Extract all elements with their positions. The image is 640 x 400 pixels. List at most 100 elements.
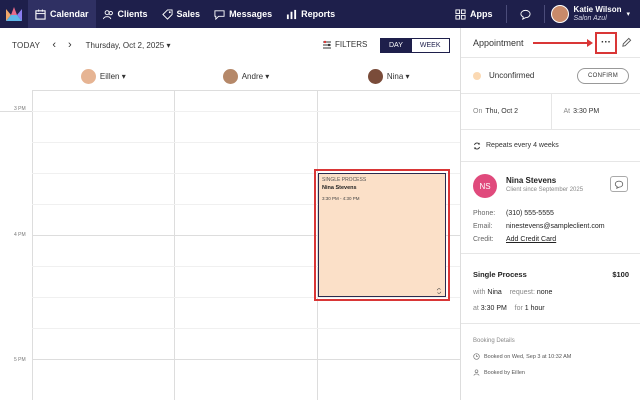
nav-messages[interactable]: Messages bbox=[207, 0, 279, 28]
staff-avatar bbox=[222, 68, 238, 84]
staff-name: Eillen ▾ bbox=[99, 71, 126, 81]
service-with-line: with Nina request: none bbox=[473, 289, 552, 296]
grid-icon bbox=[455, 8, 466, 20]
add-credit-card-link[interactable]: Add Credit Card bbox=[506, 236, 556, 243]
email-value[interactable]: ninestevens@sampleclient.com bbox=[506, 223, 605, 230]
nav-messages-label: Messages bbox=[229, 9, 273, 19]
repeat-text: Repeats every 4 weeks bbox=[486, 142, 559, 149]
service-block[interactable]: Single Process $100 with Nina request: n… bbox=[461, 254, 640, 324]
request-label: request: bbox=[509, 289, 535, 296]
status-row: Unconfirmed CONFIRM bbox=[461, 58, 640, 94]
nav-divider bbox=[505, 5, 507, 23]
staff-name: Andre ▾ bbox=[241, 71, 270, 81]
booked-on-line: Booked on Wed, Sep 3 at 10:32 AM bbox=[473, 353, 571, 360]
confirm-button[interactable]: CONFIRM bbox=[577, 68, 630, 84]
next-day-icon[interactable]: › bbox=[68, 39, 72, 51]
appointment-block[interactable]: SINGLE PROCESS Nina Stevens 3:30 PM - 4:… bbox=[318, 173, 446, 297]
pencil-icon[interactable] bbox=[621, 37, 632, 48]
phone-value[interactable]: (310) 555-5555 bbox=[506, 210, 554, 217]
user-menu[interactable]: Katie Wilson Salon Azul ▾ bbox=[550, 5, 640, 23]
email-row: Email: ninestevens@sampleclient.com bbox=[473, 223, 605, 230]
phone-label: Phone: bbox=[473, 210, 496, 217]
appointment-type: SINGLE PROCESS bbox=[322, 177, 367, 183]
date-field[interactable]: On Thu, Oct 2 bbox=[461, 94, 552, 129]
top-nav: Calendar Clients Sales Messages Reports … bbox=[0, 0, 640, 28]
repeat-row[interactable]: Repeats every 4 weeks bbox=[461, 130, 640, 162]
service-price: $100 bbox=[612, 270, 629, 279]
booking-details: Booking Details Booked on Wed, Sep 3 at … bbox=[461, 324, 640, 400]
hour-label: 5 PM bbox=[14, 357, 26, 363]
with-label: with bbox=[473, 289, 486, 296]
filters-button[interactable]: FILTERS bbox=[322, 40, 367, 49]
nav-chat-button[interactable] bbox=[513, 0, 538, 28]
appointment-client: Nina Stevens bbox=[322, 185, 357, 191]
grid-line bbox=[32, 111, 460, 112]
date-selector[interactable]: Thursday, Oct 2, 2025 ▾ bbox=[86, 41, 171, 50]
filters-label: FILTERS bbox=[335, 40, 368, 49]
staff-avatar bbox=[80, 68, 96, 84]
service-time-line: at 3:30 PM for 1 hour bbox=[473, 305, 545, 312]
user-avatar bbox=[550, 5, 569, 23]
speech-bubble-icon bbox=[520, 9, 531, 20]
client-block: NS Nina Stevens Client since September 2… bbox=[461, 162, 640, 254]
user-name: Katie Wilson bbox=[573, 5, 622, 15]
nav-sales[interactable]: Sales bbox=[155, 0, 208, 28]
nav-apps[interactable]: Apps bbox=[448, 0, 500, 28]
annotation-arrow bbox=[533, 39, 593, 47]
booking-title: Booking Details bbox=[473, 338, 515, 344]
with-value: Nina bbox=[487, 289, 502, 296]
view-toggle: DAY WEEK bbox=[380, 38, 450, 53]
service-name: Single Process bbox=[473, 270, 527, 279]
repeat-icon bbox=[436, 288, 442, 294]
email-label: Email: bbox=[473, 223, 493, 230]
staff-header-andre[interactable]: Andre ▾ bbox=[175, 62, 318, 90]
chat-icon bbox=[614, 180, 624, 189]
booked-by-text: Booked by Eillen bbox=[484, 369, 525, 376]
for-label: for bbox=[514, 305, 523, 312]
status-dot bbox=[473, 71, 481, 80]
nav-clients-label: Clients bbox=[117, 9, 148, 19]
prev-day-icon[interactable]: ‹ bbox=[52, 39, 56, 51]
client-avatar[interactable]: NS bbox=[473, 174, 497, 198]
more-options-button[interactable]: ··· bbox=[595, 32, 617, 54]
appointment-time: 3:30 PM - 4:30 PM bbox=[322, 196, 360, 201]
clock-icon bbox=[473, 353, 480, 360]
nav-clients[interactable]: Clients bbox=[96, 0, 155, 28]
credit-label: Credit: bbox=[473, 236, 494, 243]
nav-reports-label: Reports bbox=[301, 9, 336, 19]
nav-calendar-label: Calendar bbox=[50, 9, 89, 19]
staff-header-nina[interactable]: Nina ▾ bbox=[317, 62, 460, 90]
staff-avatar bbox=[367, 68, 383, 84]
time-field[interactable]: At 3:30 PM bbox=[552, 94, 640, 129]
service-at-value: 3:30 PM bbox=[480, 305, 507, 312]
app-logo[interactable] bbox=[0, 0, 28, 28]
users-icon bbox=[102, 9, 113, 19]
credit-row: Credit: Add Credit Card bbox=[473, 236, 556, 243]
today-button[interactable]: TODAY bbox=[12, 41, 40, 50]
hour-label: 4 PM bbox=[14, 232, 26, 238]
nav-divider bbox=[543, 5, 545, 23]
tag-icon bbox=[161, 8, 173, 20]
bar-chart-icon bbox=[287, 9, 297, 19]
calendar-icon bbox=[35, 8, 46, 20]
booked-on-text: Booked on Wed, Sep 3 at 10:32 AM bbox=[484, 353, 572, 360]
message-client-button[interactable] bbox=[610, 176, 628, 192]
on-value: Thu, Oct 2 bbox=[485, 108, 519, 115]
staff-header-eillen[interactable]: Eillen ▾ bbox=[32, 62, 175, 90]
request-value: none bbox=[536, 289, 553, 296]
user-salon: Salon Azul bbox=[573, 14, 607, 22]
chat-icon bbox=[214, 9, 225, 20]
staff-header-row: Eillen ▾ Andre ▾ Nina ▾ bbox=[32, 62, 460, 90]
status-text: Unconfirmed bbox=[489, 71, 535, 80]
nav-calendar[interactable]: Calendar bbox=[28, 0, 96, 28]
panel-title: Appointment bbox=[473, 37, 524, 48]
view-week-button[interactable]: WEEK bbox=[411, 38, 450, 53]
column-divider bbox=[174, 90, 175, 400]
client-since: Client since September 2025 bbox=[506, 187, 584, 193]
client-name[interactable]: Nina Stevens bbox=[506, 176, 556, 185]
at-label: At bbox=[563, 108, 571, 115]
view-day-button[interactable]: DAY bbox=[380, 38, 412, 53]
when-row: On Thu, Oct 2 At 3:30 PM bbox=[461, 94, 640, 130]
for-value: 1 hour bbox=[524, 305, 545, 312]
nav-reports[interactable]: Reports bbox=[279, 0, 342, 28]
